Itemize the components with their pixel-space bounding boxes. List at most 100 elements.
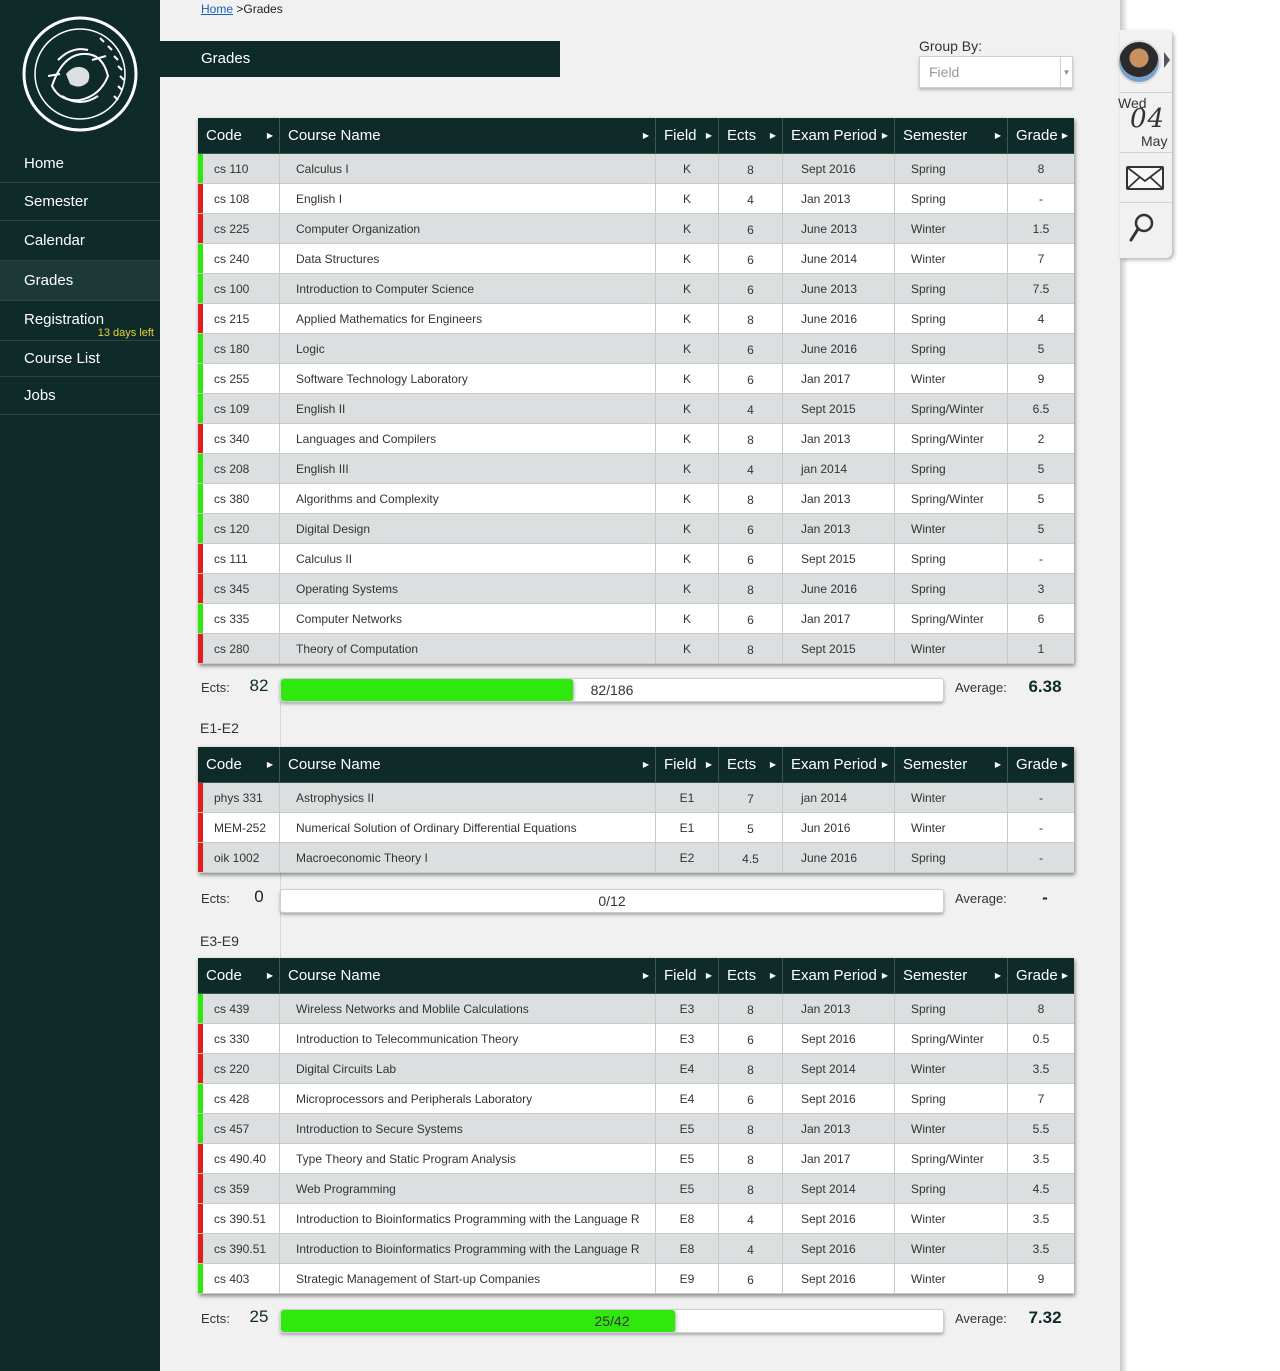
- sort-arrow-icon[interactable]: ▶: [706, 747, 712, 783]
- sort-arrow-icon[interactable]: ▶: [882, 958, 888, 994]
- table-row[interactable]: cs 390.51 Introduction to Bioinformatics …: [198, 1204, 1074, 1234]
- column-header-code[interactable]: Code ▶: [198, 958, 280, 993]
- column-header-exam-period[interactable]: Exam Period ▶: [783, 958, 895, 993]
- table-row[interactable]: cs 220 Digital Circuits Lab E4 8 Sept 2014 Wi…: [198, 1054, 1074, 1084]
- table-row[interactable]: cs 111 Calculus II K 6 Sept 2015 Spring -: [198, 544, 1074, 574]
- column-header-course-name[interactable]: Course Name ▶: [280, 958, 656, 993]
- cell-grade: -: [1039, 851, 1043, 865]
- chevron-down-icon[interactable]: ▾: [1060, 57, 1072, 87]
- sort-arrow-icon[interactable]: ▶: [770, 747, 776, 783]
- breadcrumb-home-link[interactable]: Home: [201, 2, 233, 16]
- column-header-grade[interactable]: Grade ▶: [1008, 747, 1074, 782]
- table-row[interactable]: cs 240 Data Structures K 6 June 2014 Winter 7: [198, 244, 1074, 274]
- university-logo[interactable]: [22, 16, 138, 132]
- column-header-code[interactable]: Code ▶: [198, 118, 280, 153]
- table-row[interactable]: cs 335 Computer Networks K 6 Jan 2017 Spring/…: [198, 604, 1074, 634]
- table-row[interactable]: cs 380 Algorithms and Complexity K 8 Jan 201…: [198, 484, 1074, 514]
- table-row[interactable]: cs 345 Operating Systems K 8 June 2016 Spring…: [198, 574, 1074, 604]
- sort-arrow-icon[interactable]: ▶: [267, 747, 273, 783]
- column-header-course-name[interactable]: Course Name ▶: [280, 747, 656, 782]
- widget-divider: [1120, 92, 1172, 93]
- column-header-field[interactable]: Field ▶: [656, 958, 719, 993]
- sort-arrow-icon[interactable]: ▶: [643, 747, 649, 783]
- table-row[interactable]: cs 490.40 Type Theory and Static Program …: [198, 1144, 1074, 1174]
- table-row[interactable]: cs 215 Applied Mathematics for Engineers K…: [198, 304, 1074, 334]
- table-row[interactable]: cs 428 Microprocessors and Peripherals La…: [198, 1084, 1074, 1114]
- column-header-semester[interactable]: Semester ▶: [895, 958, 1008, 993]
- cell-exam-period: Sept 2016: [783, 1204, 895, 1233]
- sort-arrow-icon[interactable]: ▶: [643, 118, 649, 154]
- table-row[interactable]: cs 457 Introduction to Secure Systems E5 8 J…: [198, 1114, 1074, 1144]
- table-row[interactable]: cs 390.51 Introduction to Bioinformatics …: [198, 1234, 1074, 1264]
- ects-label: Ects:: [201, 1311, 230, 1326]
- table-row[interactable]: cs 109 English II K 4 Sept 2015 Spring/Winter…: [198, 394, 1074, 424]
- table-row[interactable]: cs 120 Digital Design K 6 Jan 2013 Winter 5: [198, 514, 1074, 544]
- nav-semester[interactable]: Semester: [0, 183, 160, 221]
- table-row[interactable]: cs 280 Theory of Computation K 8 Sept 2015 Wi…: [198, 634, 1074, 664]
- table-row[interactable]: phys 331 Astrophysics II E1 7 jan 2014 Winter…: [198, 783, 1074, 813]
- cell-semester: Winter: [895, 783, 1008, 812]
- column-header-exam-period[interactable]: Exam Period ▶: [783, 118, 895, 153]
- nav-home[interactable]: Home: [0, 145, 160, 183]
- column-header-exam-period[interactable]: Exam Period ▶: [783, 747, 895, 782]
- cell-semester: Spring: [895, 304, 1008, 333]
- sort-arrow-icon[interactable]: ▶: [267, 958, 273, 994]
- cell-ects: 8: [719, 424, 783, 453]
- column-header-ects[interactable]: Ects ▶: [719, 118, 783, 153]
- table-row[interactable]: cs 340 Languages and Compilers K 8 Jan 2013 S…: [198, 424, 1074, 454]
- nav-jobs[interactable]: Jobs: [0, 377, 160, 415]
- cell-course-name: Introduction to Telecommunication Theory: [280, 1024, 656, 1053]
- caret-right-icon[interactable]: [1164, 52, 1170, 68]
- cell-ects: 4: [719, 1234, 783, 1263]
- column-header-grade[interactable]: Grade ▶: [1008, 958, 1074, 993]
- table-row[interactable]: cs 439 Wireless Networks and Moblile Calc…: [198, 994, 1074, 1024]
- sort-arrow-icon[interactable]: ▶: [706, 958, 712, 994]
- sort-arrow-icon[interactable]: ▶: [706, 118, 712, 154]
- table-row[interactable]: cs 359 Web Programming E5 8 Sept 2014 Spring 4…: [198, 1174, 1074, 1204]
- table-row[interactable]: cs 100 Introduction to Computer Science K 6…: [198, 274, 1074, 304]
- group-summary: Ects: 0 0/12 Average: -: [160, 885, 1120, 915]
- nav-grades[interactable]: Grades: [0, 261, 160, 301]
- sort-arrow-icon[interactable]: ▶: [1062, 958, 1068, 994]
- sort-arrow-icon[interactable]: ▶: [267, 118, 273, 154]
- nav-calendar[interactable]: Calendar: [0, 221, 160, 261]
- table-row[interactable]: cs 110 Calculus I K 8 Sept 2016 Spring 8: [198, 154, 1074, 184]
- nav-course-list[interactable]: Course List: [0, 341, 160, 377]
- sort-arrow-icon[interactable]: ▶: [1062, 118, 1068, 154]
- sort-arrow-icon[interactable]: ▶: [643, 958, 649, 994]
- sort-arrow-icon[interactable]: ▶: [770, 118, 776, 154]
- sort-arrow-icon[interactable]: ▶: [995, 747, 1001, 783]
- search-icon[interactable]: [1129, 212, 1157, 244]
- table-row[interactable]: cs 225 Computer Organization K 6 June 2013 Wi…: [198, 214, 1074, 244]
- sort-arrow-icon[interactable]: ▶: [995, 118, 1001, 154]
- table-row[interactable]: MEM-252 Numerical Solution of Ordinary Di…: [198, 813, 1074, 843]
- column-header-grade[interactable]: Grade ▶: [1008, 118, 1074, 153]
- sort-arrow-icon[interactable]: ▶: [995, 958, 1001, 994]
- column-header-course-name[interactable]: Course Name ▶: [280, 118, 656, 153]
- column-header-field[interactable]: Field ▶: [656, 747, 719, 782]
- column-header-code[interactable]: Code ▶: [198, 747, 280, 782]
- table-row[interactable]: cs 255 Software Technology Laboratory K 6 Ja…: [198, 364, 1074, 394]
- sort-arrow-icon[interactable]: ▶: [882, 747, 888, 783]
- table-row[interactable]: cs 403 Strategic Management of Start-up C…: [198, 1264, 1074, 1294]
- cell-field: K: [656, 304, 719, 333]
- column-header-field[interactable]: Field ▶: [656, 118, 719, 153]
- avatar[interactable]: [1117, 40, 1161, 84]
- table-row[interactable]: cs 208 English III K 4 jan 2014 Spring 5: [198, 454, 1074, 484]
- sort-arrow-icon[interactable]: ▶: [1062, 747, 1068, 783]
- column-header-ects[interactable]: Ects ▶: [719, 747, 783, 782]
- sort-arrow-icon[interactable]: ▶: [882, 118, 888, 154]
- column-header-ects[interactable]: Ects ▶: [719, 958, 783, 993]
- nav-registration[interactable]: Registration 13 days left: [0, 301, 160, 341]
- column-header-semester[interactable]: Semester ▶: [895, 118, 1008, 153]
- table-row[interactable]: cs 108 English I K 4 Jan 2013 Spring -: [198, 184, 1074, 214]
- group-by-select[interactable]: Field ▾: [919, 56, 1073, 88]
- table-row[interactable]: cs 330 Introduction to Telecommunication …: [198, 1024, 1074, 1054]
- table-row[interactable]: oik 1002 Macroeconomic Theory I E2 4.5 June …: [198, 843, 1074, 873]
- cell-grade: 3.5: [1032, 1062, 1050, 1076]
- sort-arrow-icon[interactable]: ▶: [770, 958, 776, 994]
- table-row[interactable]: cs 180 Logic K 6 June 2016 Spring 5: [198, 334, 1074, 364]
- column-header-semester[interactable]: Semester ▶: [895, 747, 1008, 782]
- ects-progress-bar: 82/186: [280, 678, 944, 702]
- mail-icon[interactable]: [1125, 164, 1165, 192]
